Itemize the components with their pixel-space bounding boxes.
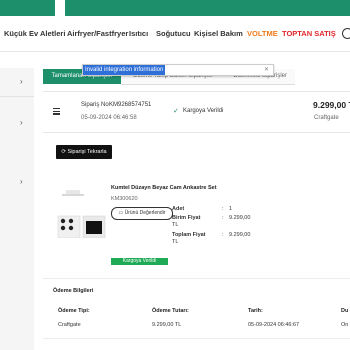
reorder-button[interactable]: ⟳ Siparişi Tekrarla: [56, 145, 112, 159]
unit-price-sep: :: [222, 215, 224, 221]
payment-title: Ödeme Bilgileri: [53, 288, 94, 294]
nav-item-toptan-satis[interactable]: TOPTAN SATIŞ: [282, 29, 336, 38]
unit-price-value: 9.299,00: [229, 215, 251, 221]
order-total: 9.299,00 T: [313, 100, 350, 110]
close-icon[interactable]: ✕: [264, 66, 269, 73]
order-status: Kargoya Verildi: [183, 108, 224, 114]
payment-header-status: Du: [341, 308, 349, 314]
qty-label: Adet: [172, 206, 185, 212]
error-message: Invalid integration information: [83, 65, 166, 75]
payment-date: 05-09-2024 06:46:67: [248, 322, 300, 328]
chevron-right-icon[interactable]: ›: [20, 177, 23, 186]
left-sidebar: [0, 68, 34, 350]
order-number: KM9268574751: [109, 102, 152, 108]
payment-header-type: Ödeme Tipi:: [58, 308, 90, 314]
payment-amount: 9.299,00 TL: [152, 322, 182, 328]
nav-item-kucuk-ev-aletleri[interactable]: Küçük Ev Aletleri: [4, 29, 65, 38]
nav-item-isitici[interactable]: Isıtıcı: [129, 29, 148, 38]
unit-price-label: Birim Fiyat: [172, 215, 201, 221]
nav-item-sogutucu[interactable]: Soğutucu: [156, 29, 191, 38]
order-seller: Craftgate: [314, 115, 339, 121]
search-icon[interactable]: [342, 28, 350, 39]
nav-item-kisisel-bakim[interactable]: Kişisel Bakım: [194, 29, 243, 38]
payment-header-date: Tarih:: [248, 308, 263, 314]
product-image[interactable]: [56, 190, 108, 238]
product-code: KM300620: [111, 196, 138, 202]
review-label: Ürünü Değerlendir: [124, 210, 166, 216]
menu-icon[interactable]: [53, 108, 60, 116]
qty-value: 1: [229, 206, 233, 212]
nav-item-voltme[interactable]: VOLTME: [247, 29, 278, 38]
product-name[interactable]: Kumtel Düzayn Beyaz Cam Ankastre Set: [111, 185, 217, 191]
delivery-status-badge: Kargoya Verildi: [111, 258, 168, 265]
payment-header-amount: Ödeme Tutarı:: [152, 308, 189, 314]
reorder-label: Siparişi Tekrarla: [67, 149, 107, 155]
top-banner-tab: [55, 0, 65, 16]
chevron-right-icon[interactable]: ›: [20, 77, 23, 86]
order-date: 05-09-2024 06:46:58: [81, 115, 137, 121]
top-banner: [0, 0, 350, 16]
table-divider: [43, 338, 350, 339]
total-price-currency: TL: [172, 239, 179, 245]
error-tooltip: Invalid integration information ✕: [82, 64, 274, 76]
total-price-sep: :: [222, 232, 224, 238]
nav-item-airfryer[interactable]: Airfryer/Fastfryer: [67, 29, 128, 38]
unit-price-currency: TL: [172, 222, 179, 228]
main-nav: Küçük Ev Aletleri Airfryer/Fastfryer Isı…: [0, 16, 350, 52]
total-price-label: Toplam Fiyat: [172, 232, 206, 238]
check-icon: ✓: [173, 108, 179, 115]
chevron-right-icon[interactable]: ›: [20, 118, 23, 127]
payment-type: Craftgate: [58, 322, 81, 328]
sidebar-divider: [0, 96, 34, 97]
qty-sep: :: [222, 206, 224, 212]
section-divider: [43, 278, 350, 279]
order-number-label: Sipariş No: [81, 102, 109, 108]
review-product-button[interactable]: ▭ Ürünü Değerlendir: [111, 207, 173, 220]
total-price-value: 9.299,00: [229, 232, 251, 238]
payment-status: On: [341, 322, 349, 328]
